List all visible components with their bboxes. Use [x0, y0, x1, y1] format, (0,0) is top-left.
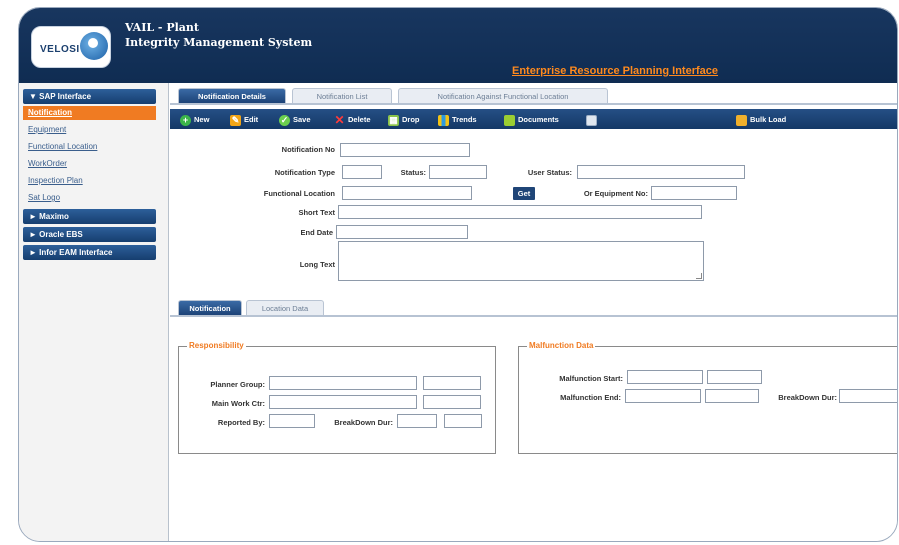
sidebar-section-maximo[interactable]: ► Maximo	[23, 209, 156, 224]
malfunction-group: Malfunction Data Malfunction Start: Malf…	[518, 341, 897, 454]
placeholder-image-icon	[586, 114, 597, 126]
save-button[interactable]: ✓ Save	[279, 113, 311, 126]
notification-type-input[interactable]	[342, 165, 382, 179]
status-label: Status:	[400, 168, 426, 177]
malfunction-end-label: Malfunction End:	[560, 393, 621, 402]
functional-location-input[interactable]	[342, 186, 472, 200]
malfunction-breakdown-dur-input[interactable]	[839, 389, 897, 403]
velosi-logo: VELOSI	[31, 26, 111, 68]
subtab-location-data[interactable]: Location Data	[246, 300, 324, 315]
trends-label: Trends	[452, 115, 477, 124]
edit-button[interactable]: ✎ Edit	[230, 113, 258, 126]
malfunction-end-time-input[interactable]	[705, 389, 759, 403]
planner-group-label: Planner Group:	[210, 380, 265, 389]
subtab-notification[interactable]: Notification	[178, 300, 242, 315]
edit-label: Edit	[244, 115, 259, 124]
notification-no-label: Notification No	[281, 145, 335, 154]
sidebar-section-oracle-ebs[interactable]: ► Oracle EBS	[23, 227, 156, 242]
app-title-line1: VAIL - Plant	[125, 21, 199, 34]
functional-location-label: Functional Location	[263, 189, 335, 198]
planner-group-extra-input[interactable]	[423, 376, 481, 390]
tab-notification-against-functional-location[interactable]: Notification Against Functional Location	[398, 88, 608, 103]
delete-button[interactable]: ✕ Delete	[334, 112, 371, 127]
delete-x-icon: ✕	[334, 112, 345, 127]
or-equipment-no-label: Or Equipment No:	[583, 189, 648, 198]
trends-chart-icon	[438, 114, 449, 126]
new-label: New	[194, 115, 210, 124]
planner-group-input[interactable]	[269, 376, 417, 390]
equipment-no-input[interactable]	[651, 186, 737, 200]
short-text-label: Short Text	[298, 208, 335, 217]
status-input[interactable]	[429, 165, 487, 179]
drop-icon: ▦	[388, 114, 399, 126]
sidebar-item-equipment[interactable]: Equipment	[23, 123, 156, 137]
drop-label: Drop	[402, 115, 420, 124]
sidebar-section-sap[interactable]: ▼ SAP Interface	[23, 89, 156, 104]
header-banner: VELOSI VAIL - Plant Integrity Management…	[19, 8, 897, 83]
user-status-label: User Status:	[527, 168, 572, 177]
malfunction-legend: Malfunction Data	[527, 341, 596, 350]
malfunction-start-label: Malfunction Start:	[559, 374, 623, 383]
end-date-input[interactable]	[336, 225, 468, 239]
short-text-input[interactable]	[338, 205, 702, 219]
app-title-line2: Integrity Management System	[125, 36, 313, 49]
reported-by-input[interactable]	[269, 414, 315, 428]
logo-text: VELOSI	[40, 44, 80, 55]
resize-handle-icon[interactable]	[696, 273, 702, 279]
logo-emblem-icon	[80, 32, 108, 60]
reported-by-label: Reported By:	[217, 418, 265, 427]
breakdown-dur-unit-input[interactable]	[444, 414, 482, 428]
add-icon: +	[180, 114, 191, 126]
bulk-load-button[interactable]: Bulk Load	[736, 113, 786, 126]
new-button[interactable]: + New	[180, 113, 209, 126]
save-label: Save	[293, 115, 311, 124]
sidebar-item-notification[interactable]: Notification	[23, 106, 156, 120]
save-icon: ✓	[279, 114, 290, 126]
drop-button[interactable]: ▦ Drop	[388, 113, 420, 126]
sidebar-item-sat-logo[interactable]: Sat Logo	[23, 191, 156, 205]
tab-notification-list[interactable]: Notification List	[292, 88, 392, 103]
malfunction-start-time-input[interactable]	[707, 370, 762, 384]
sidebar-item-workorder[interactable]: WorkOrder	[23, 157, 156, 171]
broken-image-icon	[586, 113, 706, 126]
long-text-area[interactable]	[338, 241, 704, 281]
get-button[interactable]: Get	[513, 187, 535, 200]
bulk-load-label: Bulk Load	[750, 115, 787, 124]
delete-label: Delete	[348, 115, 371, 124]
main-work-ctr-input[interactable]	[269, 395, 417, 409]
tab-notification-details[interactable]: Notification Details	[178, 88, 286, 103]
breakdown-dur-label: BreakDown Dur:	[334, 418, 393, 427]
sidebar-item-functional-location[interactable]: Functional Location	[23, 140, 156, 154]
notification-no-input[interactable]	[340, 143, 470, 157]
malfunction-end-date-input[interactable]	[625, 389, 701, 403]
trends-button[interactable]: Trends	[438, 113, 477, 126]
responsibility-group: Responsibility Planner Group: Main Work …	[178, 341, 496, 454]
end-date-label: End Date	[300, 228, 333, 237]
sidebar-section-infor-eam[interactable]: ► Infor EAM Interface	[23, 245, 156, 260]
malfunction-start-date-input[interactable]	[627, 370, 703, 384]
malfunction-breakdown-dur-label: BreakDown Dur:	[778, 393, 837, 402]
sidebar: ▼ SAP Interface Notification Equipment F…	[19, 83, 169, 541]
app-window: VELOSI VAIL - Plant Integrity Management…	[18, 7, 898, 542]
documents-icon	[504, 114, 515, 126]
responsibility-legend: Responsibility	[187, 341, 246, 350]
documents-label: Documents	[518, 115, 559, 124]
sidebar-item-inspection-plan[interactable]: Inspection Plan	[23, 174, 156, 188]
main-work-ctr-extra-input[interactable]	[423, 395, 481, 409]
documents-button[interactable]: Documents	[504, 113, 559, 126]
breakdown-dur-input[interactable]	[397, 414, 437, 428]
tab-divider	[170, 103, 897, 105]
pencil-icon: ✎	[230, 114, 241, 126]
main-content: Notification Details Notification List N…	[170, 83, 897, 541]
erp-interface-link[interactable]: Enterprise Resource Planning Interface	[512, 65, 718, 77]
long-text-label: Long Text	[299, 260, 335, 269]
main-work-ctr-label: Main Work Ctr:	[211, 399, 265, 408]
folder-icon	[736, 114, 747, 126]
notification-type-label: Notification Type	[274, 168, 335, 177]
subtab-divider	[170, 315, 897, 317]
user-status-input[interactable]	[577, 165, 745, 179]
toolbar: + New ✎ Edit ✓ Save ✕ Delete ▦ Drop Trends Do…	[170, 109, 897, 129]
